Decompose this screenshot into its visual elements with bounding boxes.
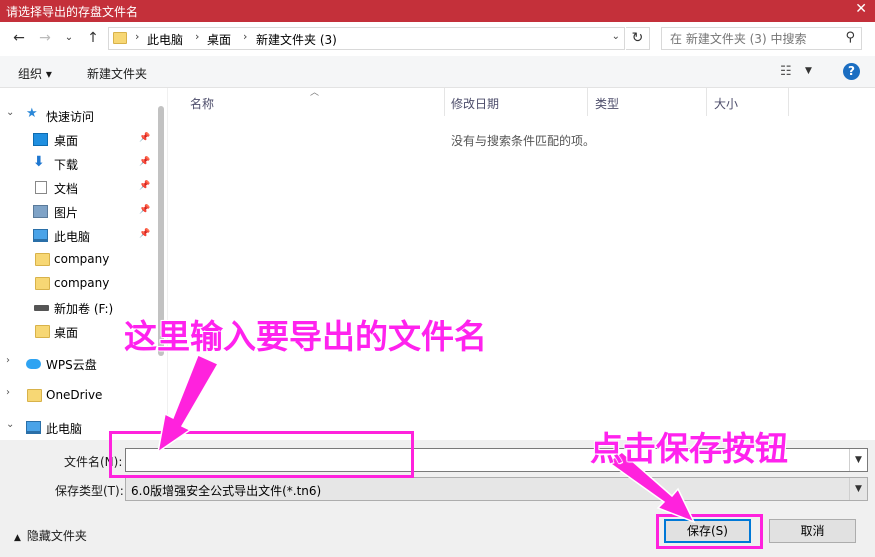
folder-icon [35,253,50,266]
breadcrumb-separator-icon: › [243,30,248,43]
sidebar-item-label: 此电脑 [54,230,91,244]
picture-icon [33,205,48,218]
search-icon[interactable]: ⚲ [845,30,855,45]
cancel-button[interactable]: 取消 [769,519,856,543]
sidebar-item-label: WPS云盘 [46,358,97,372]
desktop-icon [33,133,48,146]
sidebar-item-this-pc-pinned[interactable]: 此电脑 📌 [0,225,155,247]
folder-icon [113,32,127,44]
drive-icon [34,305,49,311]
column-divider[interactable] [706,88,707,116]
navigation-bar: ← → ⌄ ↑ › 此电脑 › 桌面 › 新建文件夹 (3) ⌄ ↻ ⚲ [0,22,875,56]
pin-icon[interactable]: 📌 [139,229,150,239]
filetype-value: 6.0版增强安全公式导出文件(*.tn6) [131,484,322,498]
document-icon [35,181,47,194]
sidebar-item-downloads[interactable]: ⬇ 下载 📌 [0,153,155,175]
title-bar: 请选择导出的存盘文件名 ✕ [0,0,875,22]
pin-icon[interactable]: 📌 [139,133,150,143]
sidebar-item-label: 此电脑 [46,422,83,436]
sidebar-item-label: 桌面 [54,326,79,340]
breadcrumb-new-folder[interactable]: 新建文件夹 (3) [256,31,337,48]
sidebar-item-label: company [54,252,110,266]
chevron-down-icon[interactable]: ▼ [849,449,867,471]
navigation-pane[interactable]: ⌄ ★ 快速访问 桌面 📌 ⬇ 下载 📌 文档 📌 图片 📌 此电脑 📌 com… [0,88,167,440]
view-details-icon[interactable]: ☷ [780,64,792,79]
cloud-icon [26,359,41,369]
organize-menu[interactable]: 组织 ▾ [18,65,52,82]
recent-locations-icon[interactable]: ⌄ [60,28,78,48]
sort-up-icon: ︿ [310,88,320,98]
command-toolbar: 组织 ▾ 新建文件夹 ☷ ▼ ? [0,56,875,88]
sidebar-item-label: 快速访问 [46,110,95,124]
address-bar[interactable]: › 此电脑 › 桌面 › 新建文件夹 (3) ⌄ [108,27,625,50]
sidebar-item-label: company [54,276,110,290]
pin-icon[interactable]: 📌 [139,205,150,215]
sidebar-item-documents[interactable]: 文档 📌 [0,177,155,199]
folder-icon [35,277,50,290]
hide-folders-toggle[interactable]: ▲ 隐藏文件夹 [14,527,87,544]
sidebar-item-company[interactable]: company [0,249,155,271]
column-header-name[interactable]: 名称 [190,88,214,116]
sidebar-item-desktop[interactable]: 桌面 📌 [0,129,155,151]
empty-message: 没有与搜索条件匹配的项。 [451,134,596,148]
refresh-button[interactable]: ↻ [626,27,650,50]
breadcrumb-this-pc[interactable]: 此电脑 [147,31,183,48]
pin-icon[interactable]: 📌 [139,157,150,167]
chevron-down-icon[interactable]: ▼ [849,478,867,500]
download-icon: ⬇ [33,154,45,170]
chevron-down-icon[interactable]: ⌄ [6,107,14,118]
close-icon[interactable]: ✕ [855,1,867,17]
new-folder-button[interactable]: 新建文件夹 [87,65,147,82]
sidebar-item-label: 文档 [54,182,79,196]
sidebar-item-company[interactable]: company [0,273,155,295]
pin-icon[interactable]: 📌 [139,181,150,191]
filetype-select[interactable]: 6.0版增强安全公式导出文件(*.tn6) ▼ [125,477,868,501]
computer-icon [33,229,48,242]
filetype-label: 保存类型(T): [55,484,124,498]
folder-icon [35,325,50,338]
back-arrow-icon[interactable]: ← [10,28,28,48]
column-header-modified[interactable]: 修改日期 [451,88,499,116]
chevron-down-icon[interactable]: ⌄ [612,31,620,42]
column-divider[interactable] [587,88,588,116]
star-icon: ★ [26,106,38,121]
up-arrow-icon[interactable]: ↑ [84,28,102,48]
hide-folders-label: 隐藏文件夹 [26,529,87,543]
sidebar-item-quick-access[interactable]: ⌄ ★ 快速访问 [0,105,155,127]
chevron-right-icon[interactable]: › [6,355,10,366]
chevron-up-icon: ▲ [14,533,21,543]
help-icon[interactable]: ? [843,63,860,80]
forward-arrow-icon[interactable]: → [36,28,54,48]
column-header-type[interactable]: 类型 [595,88,619,116]
breadcrumb-desktop[interactable]: 桌面 [207,31,231,48]
sidebar-scrollbar[interactable] [155,88,167,440]
chevron-down-icon[interactable]: ▼ [805,66,812,76]
computer-icon [26,421,41,434]
file-list[interactable]: ︿ 名称 修改日期 类型 大小 没有与搜索条件匹配的项。 [168,88,875,440]
sidebar-item-onedrive[interactable]: › OneDrive [0,385,155,407]
search-input[interactable] [662,28,837,49]
column-divider[interactable] [444,88,445,116]
save-annotation: 点击保存按钮 [589,428,788,468]
folder-icon [27,389,42,402]
search-box[interactable]: ⚲ [661,27,862,50]
filename-highlight-box [109,431,414,478]
sidebar-item-pictures[interactable]: 图片 📌 [0,201,155,223]
chevron-right-icon[interactable]: › [6,387,10,398]
filename-annotation: 这里输入要导出的文件名 [123,316,487,356]
breadcrumb-separator-icon: › [135,30,140,43]
window-title: 请选择导出的存盘文件名 [6,5,139,19]
sidebar-item-label: 新加卷 (F:) [54,302,114,316]
chevron-down-icon[interactable]: ⌄ [6,419,14,430]
breadcrumb-separator-icon: › [195,30,200,43]
column-divider[interactable] [788,88,789,116]
sidebar-item-label: OneDrive [46,388,103,402]
column-header-size[interactable]: 大小 [714,88,738,116]
sidebar-item-label: 下载 [54,158,79,172]
sidebar-item-label: 图片 [54,206,79,220]
save-highlight-box [656,514,763,549]
sidebar-item-label: 桌面 [54,134,79,148]
